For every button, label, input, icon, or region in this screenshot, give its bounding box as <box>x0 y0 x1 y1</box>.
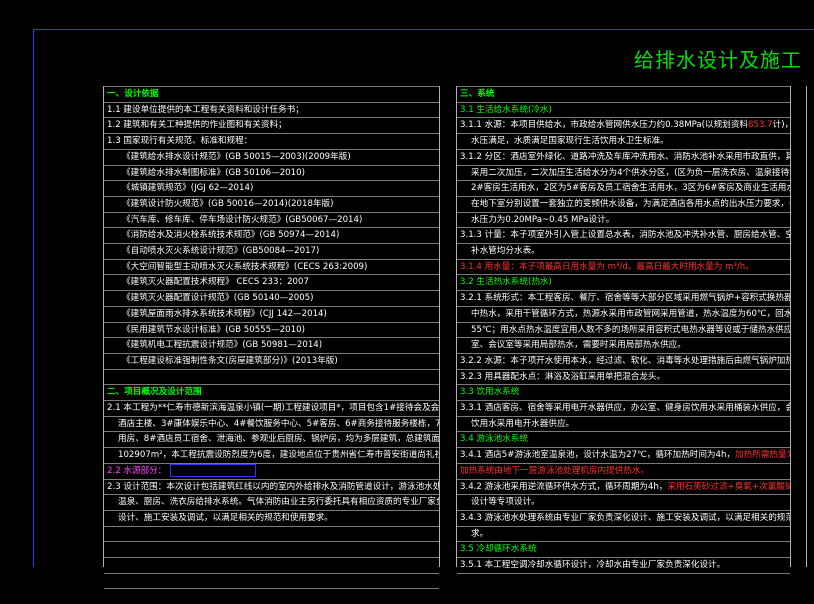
right-text-row: 3.1.3 计量：本子项室外引入管上设置总水表，消防水池及冲洗补水管、厨房给水管… <box>457 227 790 243</box>
right-text-row: 3.3.1 酒店客房、宿舍等采用电开水器供应，办公室、健身房饮用水采用桶装水供应… <box>457 400 790 416</box>
left-text-row: 温泉、厨房、洗衣房给排水系统。气体消防由业主另行委托具有相应资质的专业厂家负责深… <box>104 494 439 510</box>
left-text-row: 《大空间智能型主动喷水灭火系统技术规程》(CECS 263:2009) <box>104 258 439 275</box>
drawing-title: 给排水设计及施工 <box>634 48 802 72</box>
left-text-row: 《建筑设计防火规范》(GB 50016—2014)(2018年版) <box>104 195 439 212</box>
right-text-row: 2#客房生活用水，2区为5#客房及员工宿舍生活用水，3区为6#客房及商业生活用水… <box>457 180 790 196</box>
left-text-row: 《汽车库、修车库、停车场设计防火规范》(GB50067—2014) <box>104 211 439 228</box>
left-text-row: 《建筑灭火器配置设计规范》(GB 50140—2005) <box>104 290 439 306</box>
left-text-row: 酒店主楼、3#康体娱乐中心、4#餐饮服务中心、5#客房、6#商务接待服务楼栋，7… <box>104 415 439 432</box>
left-text-row: 2.3 设计范围：本次设计包括建筑红线以内的室内外给排水及消防管道设计，游泳池水… <box>104 478 439 495</box>
right-text-row: 3.1.2 分区：酒店室外绿化、道路冲洗及车库冲洗用水、消防水池补水采用市政直供… <box>457 148 790 165</box>
right-text-row: 3.1 生活给水系统(冷水) <box>457 101 790 118</box>
right-text-row: 3.2.2 水源：本子项开水使用本水，经过滤、软化、消毒等水处理措施后由燃气锅炉… <box>457 352 790 369</box>
table-bottom-line <box>457 572 790 589</box>
right-text-row: 饮用水采用电开水器供应。 <box>457 415 790 432</box>
right-text-row: 三、系统 <box>457 86 790 102</box>
right-text-row: 3.1.4 用水量：本子项最高日用水量为 m³/d，最高日最大时用水量为 m³/… <box>457 258 790 275</box>
left-text-row <box>104 572 439 589</box>
left-text-row: 2.2 水源部分： <box>104 462 439 479</box>
left-text-row: 《民用建筑节水设计标准》(GB 50555—2010) <box>104 321 439 338</box>
left-text-row: 《建筑灭火器配置技术规程》 CECS 233：2007 <box>104 274 439 290</box>
left-text-row <box>104 525 439 542</box>
left-text-row: 《城镇建筑规范》(JGJ 62—2014) <box>104 180 439 196</box>
right-text-row: 3.1.1 水源：本项目供给水，市政给水管网供水压力约0.38MPa(以规划资料… <box>457 117 790 133</box>
right-text-row: 3.4.3 游泳池水处理系统由专业厂家负责深化设计、施工安装及调试，以满足相关的… <box>457 509 790 526</box>
right-text-row: 3.3 饮用水系统 <box>457 384 790 400</box>
left-text-row: 《工程建设标准强制性条文(房屋建筑部分)》(2013年版) <box>104 352 439 369</box>
right-text-row: 3.4 游泳池水系统 <box>457 431 790 447</box>
frame-top-line <box>33 29 814 30</box>
left-text-row: 102907m²，本工程抗震设防烈度为6度，建设地点位于贵州省仁寿市普安街道尚礼… <box>104 447 439 463</box>
frame-left-line <box>33 29 34 567</box>
right-text-row: 3.2.3 用具器配水点：淋浴及浴缸采用单把混合龙头。 <box>457 368 790 385</box>
left-text-row: 《消防给水及消火栓系统技术规范》(GB 50974—2014) <box>104 227 439 243</box>
left-text-row: 设计、施工安装及调试，以满足相关的规范和使用要求。 <box>104 509 439 526</box>
left-text-row: 《建筑屋面雨水排水系统技术规程》(CJJ 142—2014) <box>104 305 439 322</box>
design-basis-column: 一、设计依据 1.1 建设单位提供的本工程有关资料和设计任务书； 1.2 建筑和有关… <box>103 86 440 590</box>
left-text-row <box>104 557 439 573</box>
water-source-input-box <box>170 463 257 477</box>
right-text-row: 3.2.1 系统形式：本工程客房、餐厅、宿舍等等大部分区域采用燃气锅炉+容积式换… <box>457 290 790 306</box>
system-column: 三、系统 3.1 生活给水系统(冷水) 3.1.1 水源：本项目供给水，市政给水管网… <box>456 86 791 574</box>
right-text-row: 3.4.1 酒店5#游泳池室温泉池，设计水温为27℃，循环加热时间为4h，加热所… <box>457 447 790 463</box>
right-text-row: 3.2 生活热水系统(热水) <box>457 274 790 290</box>
left-text-row: 1.3 国家现行有关规范、标准和规程： <box>104 133 439 149</box>
right-text-row: 求。 <box>457 525 790 542</box>
left-text-row: 《建筑给水排水制图标准》(GB 50106—2010) <box>104 164 439 181</box>
left-text-row: 用房、8#酒店员工宿舍、泄海池、参观业后厨房、锅炉房，均为多层建筑，总建筑面积约… <box>104 431 439 447</box>
right-text-row: 在地下室分别设置一套独立的变频供水设备，为满足酒店各用水点的出水压力要求，各分区… <box>457 195 790 212</box>
left-text-row <box>104 541 439 557</box>
left-text-row: 2.1 本工程为**仁寿市德新滨海温泉小镇(一期)工程建设项目*，项目包含1#接… <box>104 400 439 416</box>
right-text-row: 室、会议室等采用局部热水，需要时采用局部热水供应。 <box>457 337 790 353</box>
left-text-row <box>104 368 439 385</box>
left-text-row: 1.2 建筑和有关工种提供的作业图和有关资料； <box>104 117 439 133</box>
right-text-row: 加热系统由地下一层游泳池处理机房内提供热水。 <box>457 462 790 479</box>
right-text-row: 3.4.2 游泳池采用逆流循环供水方式，循环周期为4h，采用石英砂过滤+臭氧+次… <box>457 478 790 495</box>
right-text-row: 55℃；用水点热水温度宜用人数不多的场所采用容积式电热水器等设或于储热水供应。办… <box>457 321 790 338</box>
left-text-row: 《建筑给水排水设计规范》(GB 50015—2003)(2009年版) <box>104 148 439 165</box>
left-text-row: 《建筑机电工程抗震设计规范》(GB 50981—2014) <box>104 337 439 353</box>
left-text-row: 《自动喷水灭火系统设计规范》(GB50084—2017) <box>104 243 439 259</box>
right-text-row: 中热水，采用干管循环方式，热源水采用市政管网采用管道，热水温度为60℃，回水温度… <box>457 305 790 322</box>
right-text-row: 补水管均分水表。 <box>457 243 790 259</box>
right-text-row: 采用二次加压，二次加压生活给水分为4个供水分区，(区为负一层洗衣房、温泉接待洗浴… <box>457 164 790 181</box>
right-text-row: 3.5.1 本工程空调冷却水循环设计，冷却水由专业厂家负责深化设计。 <box>457 557 790 573</box>
right-text-row: 3.5 冷却循环水系统 <box>457 541 790 557</box>
left-text-row: 1.1 建设单位提供的本工程有关资料和设计任务书； <box>104 101 439 118</box>
third-column-edge <box>806 86 814 567</box>
left-text-row: 一、设计依据 <box>104 86 439 102</box>
right-text-row: 水压满足，水质满足国家现行生活饮用水卫生标准。 <box>457 133 790 149</box>
table-bottom-line <box>104 588 439 604</box>
right-text-row: 设计等专项设计。 <box>457 494 790 510</box>
left-text-row: 二、项目概况及设计范围 <box>104 384 439 400</box>
right-text-row: 水压力为0.20MPa~0.45 MPa设计。 <box>457 211 790 228</box>
